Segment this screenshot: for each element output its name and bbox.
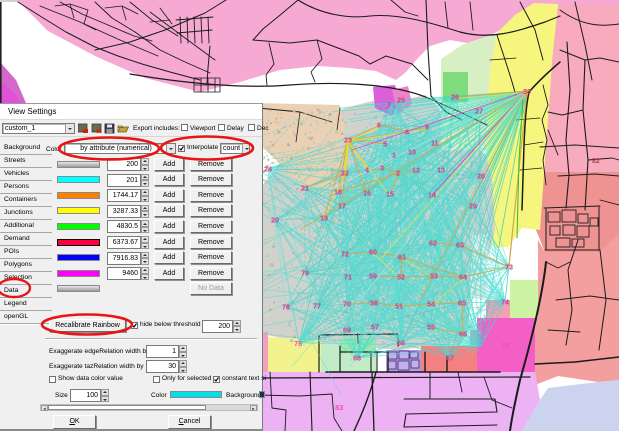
svg-text:16: 16: [363, 189, 371, 198]
svg-text:70: 70: [343, 300, 351, 309]
svg-text:79: 79: [301, 269, 309, 278]
svg-text:11: 11: [431, 139, 439, 148]
svg-text:8: 8: [405, 128, 409, 137]
svg-text:61: 61: [398, 253, 406, 262]
svg-text:22: 22: [341, 169, 349, 178]
svg-text:76: 76: [294, 339, 302, 348]
svg-text:58: 58: [370, 299, 378, 308]
svg-text:17: 17: [338, 202, 346, 211]
svg-text:78: 78: [282, 303, 290, 312]
svg-text:66: 66: [459, 330, 467, 339]
svg-text:6: 6: [377, 121, 381, 130]
svg-text:5: 5: [383, 140, 387, 149]
svg-text:10: 10: [408, 148, 416, 157]
svg-text:83: 83: [335, 403, 343, 412]
svg-text:59: 59: [369, 272, 377, 281]
svg-text:82: 82: [592, 158, 600, 165]
svg-text:52: 52: [397, 273, 405, 282]
svg-text:57: 57: [371, 323, 379, 332]
svg-text:28: 28: [477, 172, 485, 181]
svg-text:74: 74: [501, 298, 509, 307]
svg-text:67: 67: [446, 354, 454, 363]
svg-text:75: 75: [501, 341, 509, 350]
svg-text:60: 60: [369, 248, 377, 257]
svg-text:15: 15: [386, 190, 394, 199]
svg-text:68: 68: [353, 354, 361, 363]
svg-text:62: 62: [429, 239, 437, 248]
svg-text:18: 18: [334, 188, 342, 197]
svg-text:53: 53: [430, 272, 438, 281]
svg-text:4: 4: [365, 166, 369, 175]
svg-text:64: 64: [459, 273, 467, 282]
svg-text:25: 25: [397, 96, 405, 105]
svg-text:19: 19: [320, 214, 328, 223]
svg-text:29: 29: [469, 202, 477, 211]
svg-text:63: 63: [456, 241, 464, 250]
svg-text:24: 24: [264, 165, 272, 174]
svg-text:65: 65: [458, 299, 466, 308]
svg-text:73: 73: [505, 263, 513, 272]
svg-text:7: 7: [387, 101, 391, 110]
svg-text:1: 1: [392, 151, 396, 160]
svg-text:26: 26: [451, 93, 459, 102]
svg-text:3: 3: [380, 164, 384, 173]
svg-text:9: 9: [425, 123, 429, 132]
svg-text:69: 69: [343, 326, 351, 335]
svg-text:21: 21: [301, 184, 309, 193]
svg-text:23: 23: [344, 136, 352, 145]
svg-text:14: 14: [428, 191, 436, 200]
svg-text:2: 2: [396, 169, 400, 178]
svg-text:51: 51: [395, 302, 403, 311]
svg-text:13: 13: [437, 166, 445, 175]
svg-text:54: 54: [427, 300, 435, 309]
svg-text:12: 12: [412, 166, 420, 175]
svg-text:72: 72: [341, 250, 349, 259]
svg-text:56: 56: [397, 339, 405, 348]
svg-text:55: 55: [427, 323, 435, 332]
svg-text:30: 30: [523, 87, 531, 96]
svg-text:71: 71: [344, 273, 352, 282]
svg-text:20: 20: [271, 216, 279, 225]
svg-text:27: 27: [475, 107, 483, 116]
svg-text:77: 77: [313, 302, 321, 311]
